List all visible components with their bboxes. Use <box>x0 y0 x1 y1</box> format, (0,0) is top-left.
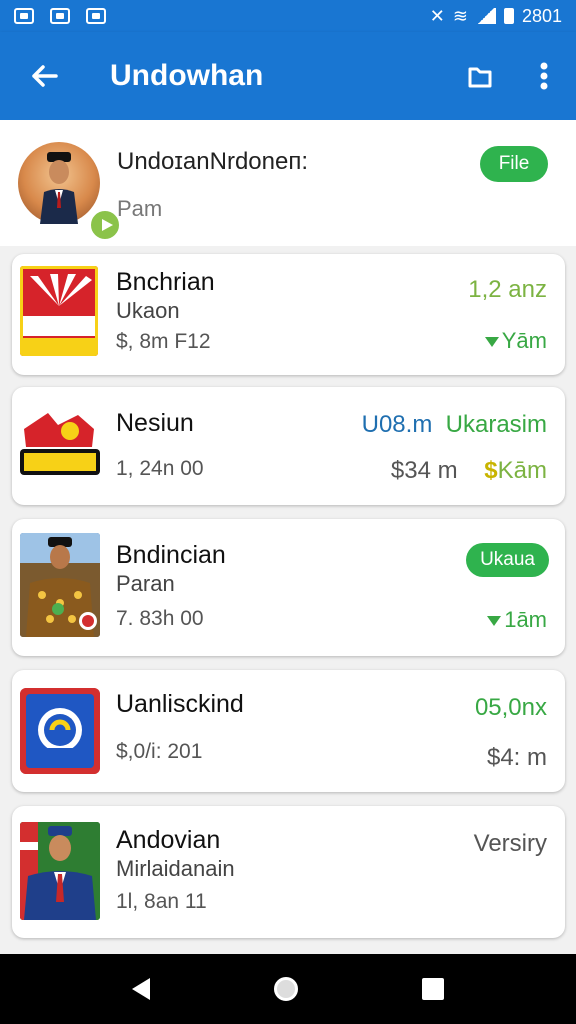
item-secondary: $4: m <box>486 744 547 771</box>
list-item[interactable]: Andovian Mirlaidanain 1l, 8an 11 Versiry <box>12 806 565 938</box>
list-item[interactable]: Bnchrian Ukaon $, 8m F12 1,2 anz Yām <box>12 254 565 375</box>
wifi-icon: ≋ <box>452 5 468 26</box>
item-meta: 7. 83h 00 <box>116 607 204 630</box>
item-meta: 1l, 8an 11 <box>116 890 207 913</box>
profile-header[interactable] <box>0 120 576 246</box>
arrow-left-icon <box>32 65 58 87</box>
mute-icon: ✕ <box>429 5 445 26</box>
list-item[interactable]: Nesiun 1, 24n 00 U08.m Ukarasim $34 m $K… <box>12 387 565 505</box>
more-vert-icon <box>540 62 548 90</box>
page-title: Undowhan <box>110 59 264 92</box>
image-icon <box>50 8 70 24</box>
status-time: 2801 <box>521 5 562 26</box>
item-thumbnail <box>20 688 100 774</box>
signal-icon <box>475 8 496 24</box>
system-nav-bar <box>0 954 576 1024</box>
item-value: U08.m Ukarasim <box>361 411 547 438</box>
nav-recents-icon[interactable] <box>422 978 444 1000</box>
item-subtitle: Mirlaidanain <box>116 856 235 881</box>
item-meta: $, 8m F12 <box>116 330 211 353</box>
list-item[interactable]: Bndincian Paran 7. 83h 00 Ukaua 1ām <box>12 519 565 656</box>
person-photo <box>40 152 78 224</box>
item-thumbnail <box>20 266 98 356</box>
status-bar: ✕ ≋ 2801 <box>0 0 576 32</box>
file-button[interactable]: File <box>480 146 548 182</box>
avatar[interactable] <box>18 142 122 242</box>
item-meta: $,0/i: 201 <box>116 740 203 763</box>
item-secondary: 1ām <box>487 607 547 633</box>
arrow-down-icon <box>484 337 499 348</box>
arrow-down-icon <box>487 616 502 627</box>
folder-icon <box>468 67 492 88</box>
item-title: Bnchrian <box>116 268 215 296</box>
item-title: Bndincian <box>116 541 226 569</box>
battery-icon <box>503 8 514 24</box>
item-value: 05,0nx <box>474 694 547 721</box>
item-secondary: $34 m $Kām <box>390 457 547 484</box>
list-item[interactable]: Uanlisckind $,0/i: 201 05,0nx $4: m <box>12 670 565 792</box>
nav-home-icon[interactable] <box>274 977 298 1001</box>
item-thumbnail <box>18 409 102 477</box>
item-meta: 1, 24n 00 <box>116 457 204 480</box>
item-thumbnail <box>20 533 100 637</box>
status-badge[interactable]: Ukaua <box>466 543 549 577</box>
app-bar: Undowhan <box>0 32 576 120</box>
photo-icon <box>14 8 34 24</box>
folder-button[interactable] <box>448 32 512 120</box>
item-subtitle: Paran <box>116 571 175 596</box>
back-button[interactable] <box>0 32 88 120</box>
overflow-menu-button[interactable] <box>512 32 576 120</box>
item-value: 1,2 anz <box>468 276 547 303</box>
item-subtitle: Ukaon <box>116 298 180 323</box>
item-title: Uanlisckind <box>116 690 244 718</box>
item-thumbnail <box>20 822 100 920</box>
profile-subtitle: Pam <box>117 196 163 221</box>
item-title: Andovian <box>116 826 221 854</box>
item-title: Nesiun <box>116 409 194 437</box>
item-secondary: Yām <box>484 328 547 354</box>
shield-icon <box>86 8 106 24</box>
profile-name: UndoɪanNrdoneп: <box>117 148 308 175</box>
item-value: Versiry <box>473 830 547 857</box>
nav-back-icon[interactable] <box>132 978 150 1000</box>
